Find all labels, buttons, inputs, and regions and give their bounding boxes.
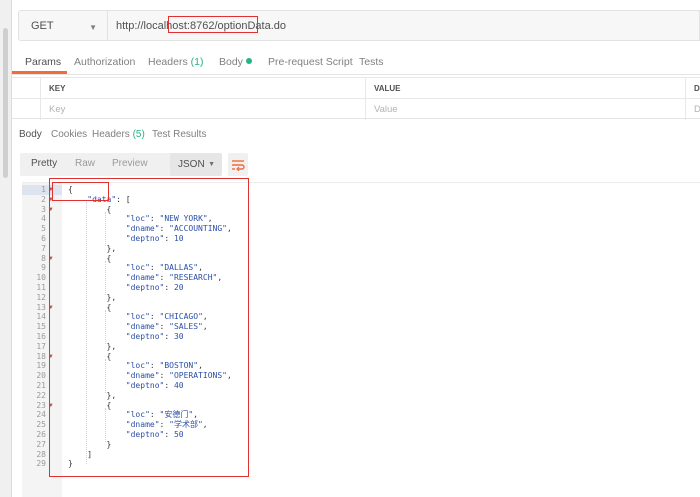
json-body-highlight [49, 178, 249, 477]
url-port-highlight [168, 16, 258, 33]
column-header-key: KEY [40, 78, 365, 99]
line-number: 29 [36, 459, 46, 469]
line-number: 8 [41, 253, 46, 263]
tab-params[interactable]: Params [25, 56, 61, 68]
data-key-highlight [52, 182, 109, 201]
table-header-row: KEY VALUE DES [12, 77, 700, 99]
line-number: 13 [36, 302, 46, 312]
method-select[interactable]: GET ▼ [18, 10, 108, 41]
tab-authorization[interactable]: Authorization [74, 56, 135, 68]
line-number: 9 [41, 263, 46, 273]
line-number: 26 [36, 430, 46, 439]
line-number: 27 [36, 439, 46, 449]
tab-pre-request-script[interactable]: Pre-request Script [268, 56, 353, 68]
pretty-button[interactable]: Pretty [31, 158, 57, 169]
line-number: 12 [36, 292, 46, 302]
chevron-down-icon: ▼ [89, 23, 97, 32]
line-number: 18 [36, 351, 46, 361]
line-number: 21 [36, 381, 46, 390]
line-number: 6 [41, 234, 46, 243]
line-number: 19 [36, 361, 46, 371]
format-label: JSON [178, 159, 205, 170]
line-number: 20 [36, 371, 46, 381]
line-number: 3 [41, 204, 46, 214]
params-table: KEY VALUE DES Key Value De [12, 77, 700, 120]
line-number: 2 [41, 194, 46, 204]
active-tab-indicator [12, 71, 67, 74]
format-select[interactable]: JSON ▼ [170, 153, 222, 176]
line-number: 7 [41, 243, 46, 253]
line-number: 4 [41, 214, 46, 224]
line-number: 16 [36, 332, 46, 341]
line-number: 11 [36, 283, 46, 292]
line-number: 22 [36, 390, 46, 400]
tab-tests[interactable]: Tests [359, 56, 384, 68]
headers-count: (1) [190, 56, 204, 68]
line-number: 25 [36, 420, 46, 430]
line-number: 24 [36, 410, 46, 420]
raw-button[interactable]: Raw [75, 158, 95, 169]
method-label: GET [31, 19, 54, 32]
green-dot-icon [245, 58, 252, 64]
line-number: 23 [36, 400, 46, 410]
tab-headers[interactable]: Headers (1) [148, 56, 203, 68]
tab-cookies[interactable]: Cookies [51, 129, 87, 140]
postman-main-panel: GET ▼ http://localhost:8762/optionData.d… [12, 0, 700, 497]
line-number: 15 [36, 322, 46, 332]
preview-button[interactable]: Preview [112, 158, 148, 169]
tab-body[interactable]: Body [219, 56, 252, 68]
column-header-description: DES [685, 78, 700, 99]
request-bar: GET ▼ http://localhost:8762/optionData.d… [18, 10, 700, 41]
description-input[interactable]: De [685, 99, 700, 120]
left-scrollbar-thumb[interactable] [3, 28, 8, 178]
chevron-down-icon: ▼ [208, 161, 215, 168]
line-number: 14 [36, 312, 46, 322]
line-number: 1 [41, 185, 46, 194]
response-tabs: Body Cookies Headers (5) Test Results [12, 123, 700, 145]
line-number: 28 [36, 449, 46, 459]
line-number: 5 [41, 224, 46, 234]
key-input[interactable]: Key [40, 99, 365, 120]
response-headers-count: (5) [132, 129, 145, 140]
table-row: Key Value De [12, 98, 700, 120]
tab-response-body[interactable]: Body [19, 129, 42, 140]
line-number: 17 [36, 341, 46, 351]
left-scroll-strip [0, 0, 12, 497]
wrap-lines-button[interactable] [228, 153, 248, 176]
tab-test-results[interactable]: Test Results [152, 129, 206, 140]
line-number: 10 [36, 273, 46, 283]
tab-response-headers[interactable]: Headers (5) [92, 129, 145, 140]
request-tabs: Params Authorization Headers (1) Body Pr… [12, 50, 700, 75]
column-header-value: VALUE [365, 78, 685, 99]
wrap-lines-icon [232, 159, 245, 171]
value-input[interactable]: Value [365, 99, 685, 120]
